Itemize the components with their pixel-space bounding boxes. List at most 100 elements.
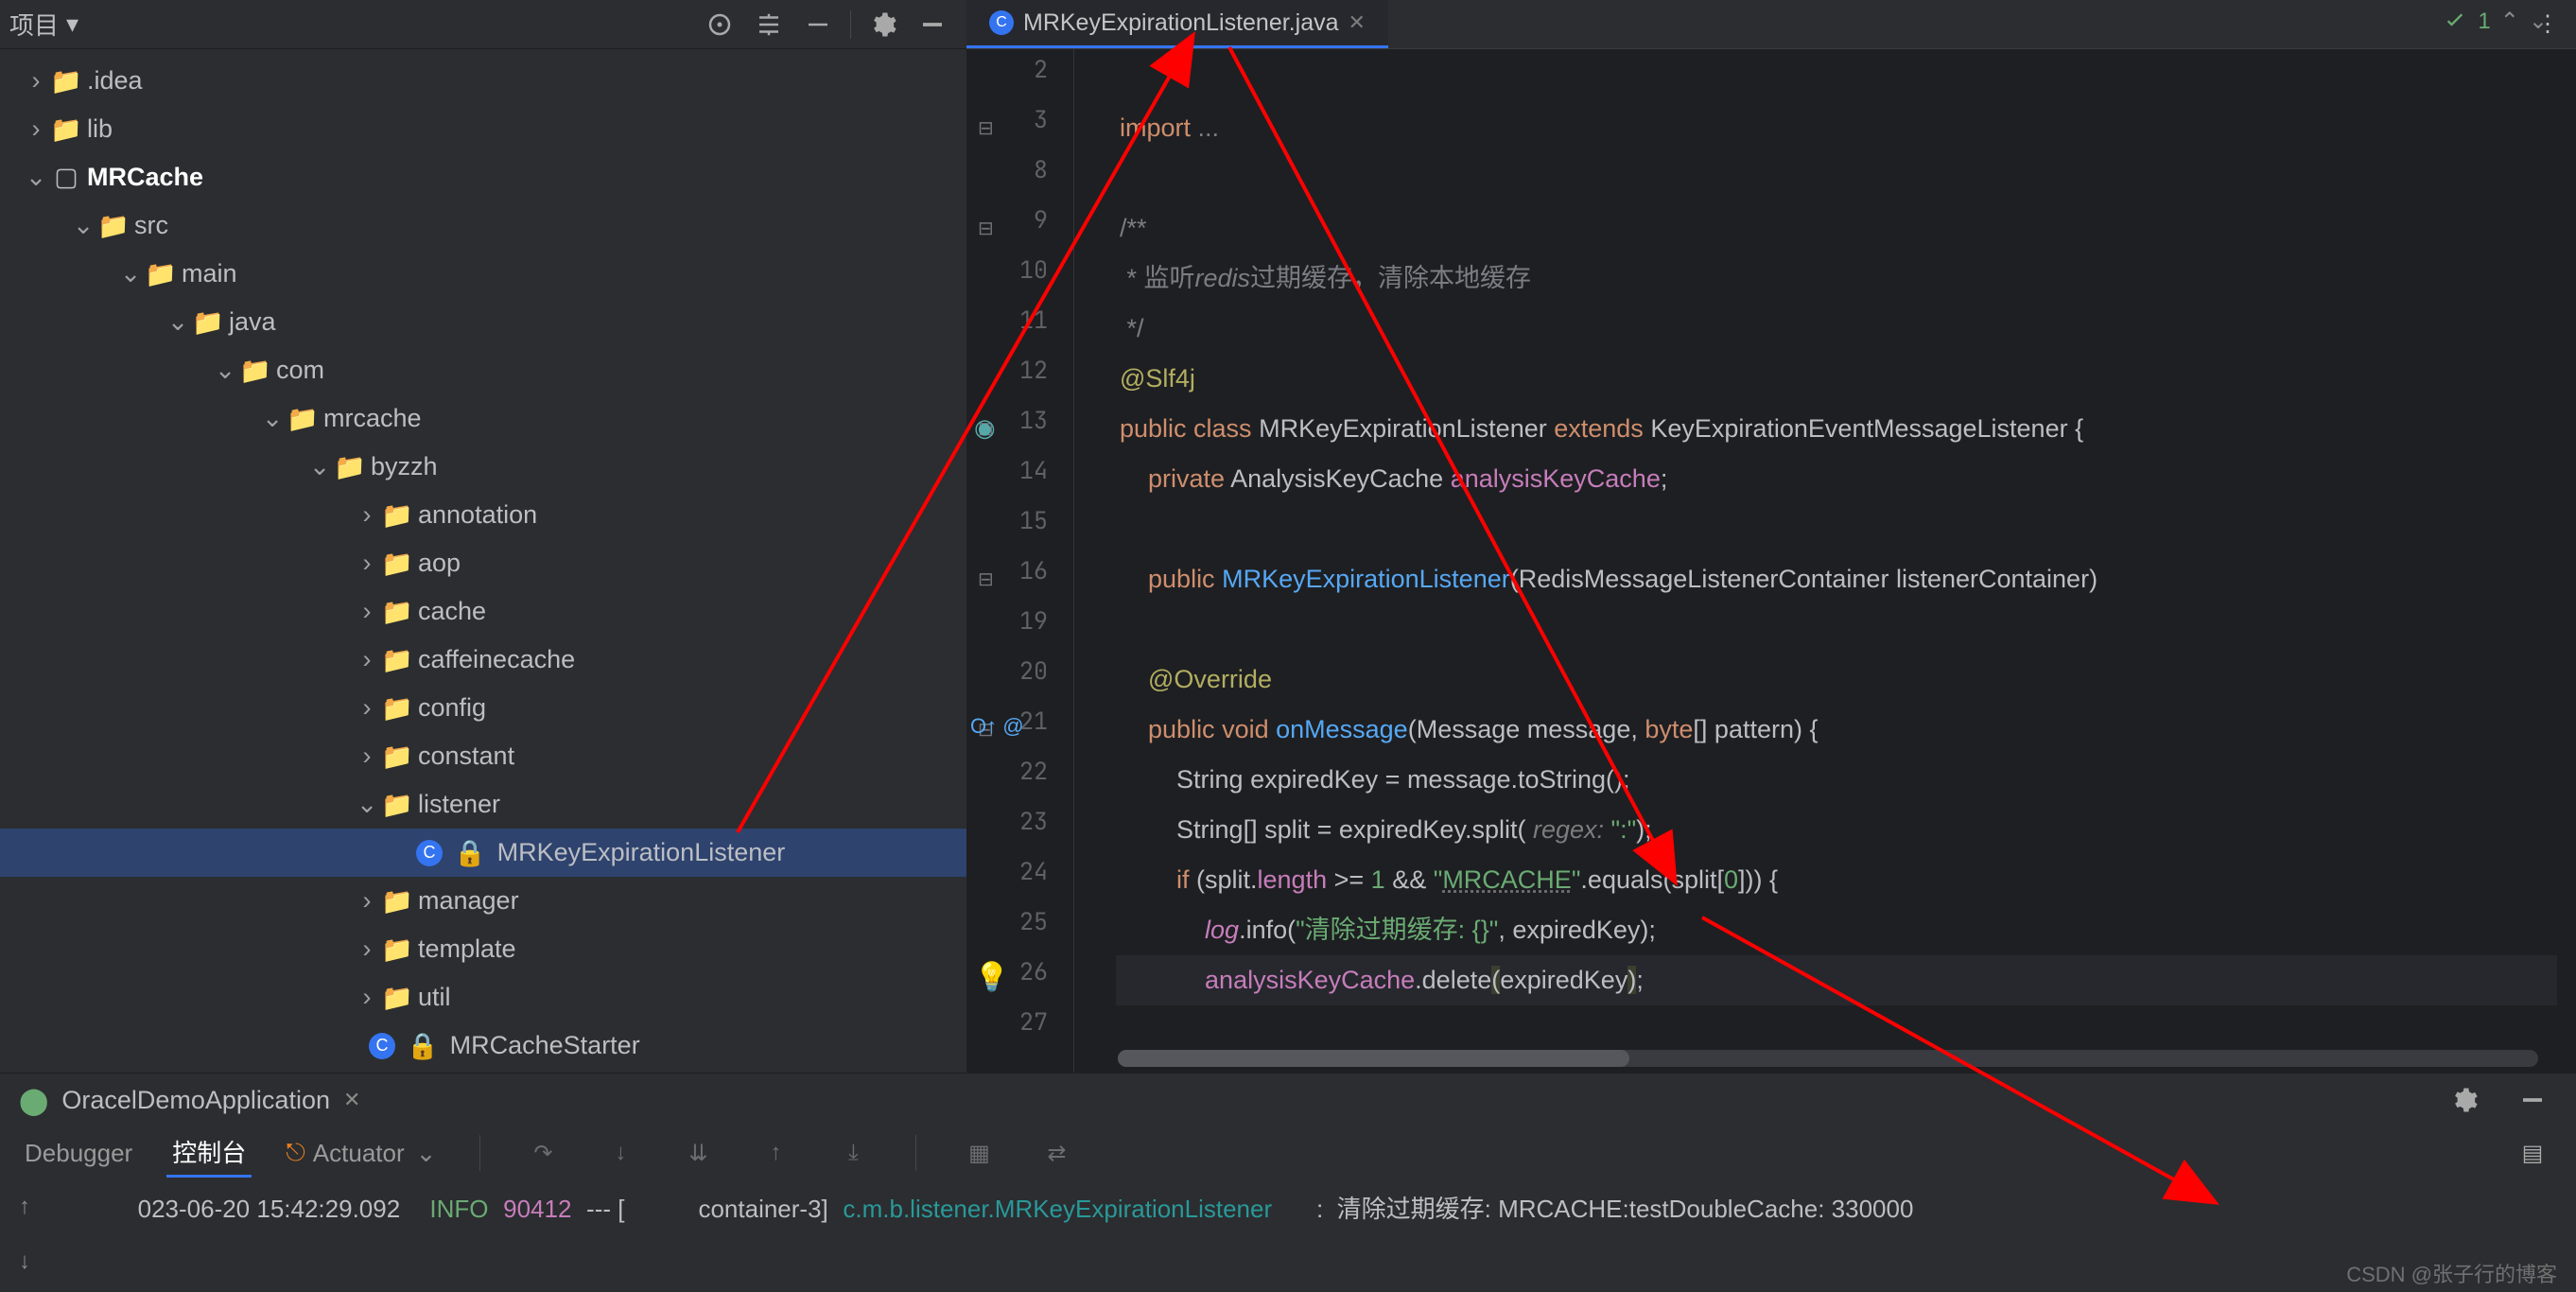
module-icon: ▢ <box>53 165 79 191</box>
folder-icon: 📁 <box>148 261 174 288</box>
dropdown-caret-icon: ▾ <box>66 9 78 39</box>
project-tool-window: 项目 ▾ ›📁.idea ›📁lib ⌄▢MRCache ⌄📁src ⌄📁mai… <box>0 0 966 1073</box>
chevron-right-icon: › <box>357 934 376 964</box>
folder-icon: 📁 <box>53 68 79 95</box>
package-icon: 📁 <box>384 792 410 818</box>
lock-icon: 🔒 <box>454 838 486 868</box>
console-output[interactable]: ↑ 023-06-20 15:42:29.092 INFO 90412 --- … <box>0 1179 2576 1234</box>
log-timestamp: 023-06-20 15:42:29.092 <box>138 1195 401 1223</box>
chevron-down-icon: ⌄ <box>168 307 187 337</box>
tree-node-lib[interactable]: ›📁lib <box>0 105 966 153</box>
log-class: c.m.b.listener.MRKeyExpirationListener <box>843 1195 1272 1223</box>
folder-icon: 📁 <box>100 213 127 239</box>
hide-panel-icon[interactable] <box>2508 1075 2557 1125</box>
inspection-indicator[interactable]: 1 ⌃ ⌄ <box>2442 8 2548 35</box>
tree-node-template[interactable]: ›📁template <box>0 925 966 973</box>
marker-gutter: ⊟⊟⊟◉⊟⊟O↑ @💡 <box>1074 49 1116 1073</box>
source-folder-icon: 📁 <box>195 309 221 336</box>
java-class-icon: C <box>416 840 443 866</box>
tree-node-annotation[interactable]: ›📁annotation <box>0 491 966 539</box>
chevron-down-icon: ⌄ <box>216 356 235 385</box>
chevron-down-icon: ⌄ <box>310 452 329 481</box>
chevron-right-icon: › <box>357 983 376 1012</box>
watermark: CSDN @张子行的博客 <box>2346 1258 2557 1288</box>
run-config-title[interactable]: OracelDemoApplication <box>61 1086 330 1115</box>
tree-node-starter[interactable]: C🔒MRCacheStarter <box>0 1021 966 1070</box>
collapse-all-icon[interactable] <box>793 0 843 49</box>
hide-panel-icon[interactable] <box>908 0 957 49</box>
expand-all-icon[interactable] <box>744 0 793 49</box>
tree-node-util[interactable]: ›📁util <box>0 973 966 1021</box>
chevron-down-icon: ⌄ <box>26 163 45 192</box>
tree-node-com[interactable]: ⌄📁com <box>0 346 966 394</box>
tree-node-java[interactable]: ⌄📁java <box>0 298 966 346</box>
tree-node-main[interactable]: ⌄📁main <box>0 250 966 298</box>
folder-icon: 📁 <box>53 116 79 143</box>
settings-icon[interactable] <box>859 0 908 49</box>
chevron-right-icon: › <box>357 693 376 723</box>
tree-node-mrcache[interactable]: ⌄▢MRCache <box>0 153 966 201</box>
package-icon: 📁 <box>384 550 410 577</box>
project-tree[interactable]: ›📁.idea ›📁lib ⌄▢MRCache ⌄📁src ⌄📁main ⌄📁j… <box>0 49 966 1073</box>
tree-node-caffeinecache[interactable]: ›📁caffeinecache <box>0 636 966 684</box>
log-pid: 90412 <box>503 1195 571 1223</box>
close-tab-icon[interactable]: ✕ <box>1349 10 1366 35</box>
scroll-up-icon[interactable]: ↑ <box>19 1194 30 1220</box>
tree-node-listener[interactable]: ⌄📁listener <box>0 780 966 829</box>
tree-node-manager[interactable]: ›📁manager <box>0 877 966 925</box>
chevron-right-icon: › <box>357 597 376 626</box>
tree-node-cache[interactable]: ›📁cache <box>0 587 966 636</box>
run-tool-window: ⬤ OracelDemoApplication ✕ Debugger 控制台 ⎋… <box>0 1073 2576 1292</box>
chevron-right-icon: › <box>357 500 376 530</box>
scroll-down-icon[interactable]: ↓ <box>19 1248 30 1275</box>
tab-label: MRKeyExpirationListener.java <box>1023 9 1339 37</box>
chevron-right-icon: › <box>26 114 45 144</box>
inspection-caret-icon: ⌄ <box>2529 8 2548 35</box>
scrollbar-thumb[interactable] <box>1118 1050 1629 1067</box>
tree-node-constant[interactable]: ›📁constant <box>0 732 966 780</box>
package-icon: 📁 <box>242 358 269 384</box>
tree-node-byzzh[interactable]: ⌄📁byzzh <box>0 443 966 491</box>
lock-icon: 🔒 <box>407 1031 439 1061</box>
code-editor[interactable]: import .../** * 监听redis过期缓存，清除本地缓存 */@Sl… <box>1116 49 2576 1073</box>
line-number-gutter[interactable]: 238910111213141516192021222324252627 <box>966 49 1074 1073</box>
inspection-caret-icon: ⌃ <box>2500 8 2519 35</box>
run-config-icon: ⬤ <box>19 1085 48 1116</box>
package-icon: 📁 <box>384 985 410 1011</box>
chevron-right-icon: › <box>357 742 376 771</box>
chevron-down-icon: ⌄ <box>121 259 140 288</box>
chevron-down-icon: ⌄ <box>357 790 376 819</box>
sidebar-title-label: 项目 <box>9 7 59 42</box>
editor-tab[interactable]: C MRKeyExpirationListener.java ✕ <box>966 0 1388 48</box>
package-icon: 📁 <box>337 454 363 480</box>
package-icon: 📁 <box>384 502 410 529</box>
horizontal-scrollbar[interactable] <box>1118 1050 2538 1067</box>
settings-icon[interactable] <box>2440 1075 2489 1125</box>
log-level: INFO <box>429 1195 488 1223</box>
chevron-down-icon: ⌄ <box>263 404 282 433</box>
package-icon: 📁 <box>384 599 410 625</box>
package-icon: 📁 <box>289 406 316 432</box>
java-class-icon: C <box>369 1033 395 1059</box>
package-icon: 📁 <box>384 743 410 770</box>
editor-tabbar: C MRKeyExpirationListener.java ✕ ⋮ <box>966 0 2576 49</box>
project-view-selector[interactable]: 项目 ▾ <box>9 7 78 42</box>
tree-node-file-listener[interactable]: C🔒MRKeyExpirationListener <box>0 829 966 877</box>
chevron-right-icon: › <box>26 66 45 96</box>
log-thread: container-3] <box>698 1195 827 1223</box>
package-icon: 📁 <box>384 695 410 722</box>
package-icon: 📁 <box>384 647 410 673</box>
check-icon <box>2442 9 2468 35</box>
chevron-right-icon: › <box>357 645 376 674</box>
tree-node-mrcache-pkg[interactable]: ⌄📁mrcache <box>0 394 966 443</box>
sidebar-toolbar: 项目 ▾ <box>0 0 966 49</box>
tree-node-config[interactable]: ›📁config <box>0 684 966 732</box>
tree-node-src[interactable]: ⌄📁src <box>0 201 966 250</box>
log-message: : 清除过期缓存: MRCACHE:testDoubleCache: 33000… <box>1316 1195 1913 1223</box>
inspection-count: 1 <box>2478 9 2490 35</box>
select-opened-file-icon[interactable] <box>695 0 744 49</box>
chevron-right-icon: › <box>357 886 376 916</box>
close-run-tab-icon[interactable]: ✕ <box>343 1088 360 1112</box>
tree-node-idea[interactable]: ›📁.idea <box>0 57 966 105</box>
tree-node-aop[interactable]: ›📁aop <box>0 539 966 587</box>
